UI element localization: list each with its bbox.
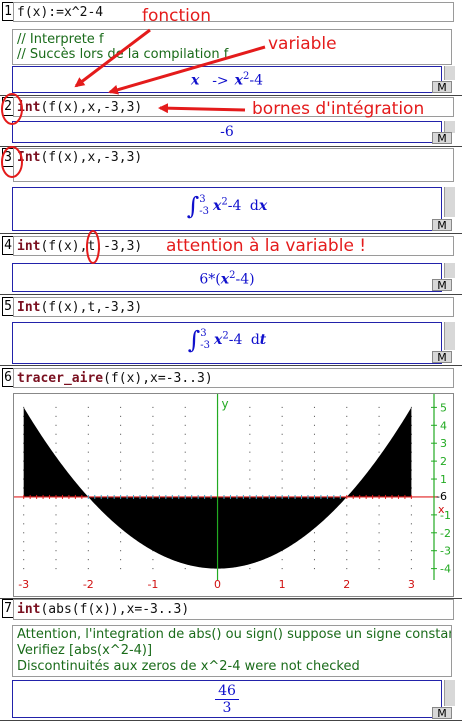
x-tick-label: 2: [343, 578, 350, 591]
output-scrollbar[interactable]: [444, 322, 455, 350]
circle-entry-3: [1, 146, 23, 178]
y-axis-label: y: [222, 397, 229, 411]
circle-entry-2: [1, 93, 23, 125]
output-5: ∫ 3 -3 x2-4 dt: [12, 322, 442, 364]
integral-sign-icon: ∫: [187, 326, 201, 354]
output-scrollbar[interactable]: [444, 680, 455, 706]
circle-variable-t: [86, 230, 100, 264]
message-line: Verifiez [abs(x^2-4)]: [17, 643, 153, 658]
warning-messages-7: Attention, l'integration de abs() ou sig…: [12, 625, 452, 677]
y-tick-label: 4: [440, 419, 447, 432]
y-tick-label: 1: [440, 473, 447, 486]
y-tick-label: -2: [440, 527, 451, 540]
m-button[interactable]: M: [432, 707, 452, 720]
y-tick-label: -3: [440, 545, 451, 558]
x-tick-label: -2: [83, 578, 94, 591]
fraction-result: 46 3: [13, 683, 441, 716]
y-tick-label: 2: [440, 455, 447, 468]
x-tick-label: -1: [147, 578, 158, 591]
y-tick-label: 3: [440, 437, 447, 450]
output-7: 46 3: [12, 680, 442, 718]
x-tick-label: 1: [279, 578, 286, 591]
graph-area[interactable]: -3 -2 -1 0 1 2 3 x -6 y 5 4 3 2 1 -1 -2 -3 -4: [13, 393, 454, 597]
command-line-6[interactable]: tracer_aire(f(x),x=-3..3): [13, 368, 454, 388]
x-tick-label: -3: [18, 578, 29, 591]
right-marker-label: -6: [436, 490, 447, 503]
message-line: Discontinuités aux zeros de x^2-4 were n…: [17, 659, 360, 674]
x-tick-label: 3: [408, 578, 415, 591]
command-line-7[interactable]: int(abs(f(x)),x=-3..3): [13, 599, 454, 620]
y-tick-label: -1: [440, 509, 451, 522]
message-line: Attention, l'integration de abs() ou sig…: [17, 627, 452, 642]
row-separator: [0, 720, 462, 721]
arrow-to-bornes: [158, 103, 246, 114]
fraction-numerator: 46: [215, 683, 239, 700]
y-tick-label: -4: [440, 563, 451, 576]
arrow-to-variable: [108, 45, 266, 95]
integral-result: ∫ 3 -3 x2-4 dt: [187, 326, 267, 354]
y-tick-label: 5: [440, 401, 447, 414]
command-line-5[interactable]: Int(f(x),t,-3,3): [13, 297, 454, 317]
annotation-arrows: [1, 28, 266, 264]
area-plot: -3 -2 -1 0 1 2 3x-6 y 54321-1-2-3-4: [14, 394, 451, 591]
fraction-denominator: 3: [222, 700, 232, 716]
arrow-to-fonction: [74, 28, 151, 88]
m-button[interactable]: M: [432, 351, 452, 364]
row-separator: [0, 365, 462, 366]
